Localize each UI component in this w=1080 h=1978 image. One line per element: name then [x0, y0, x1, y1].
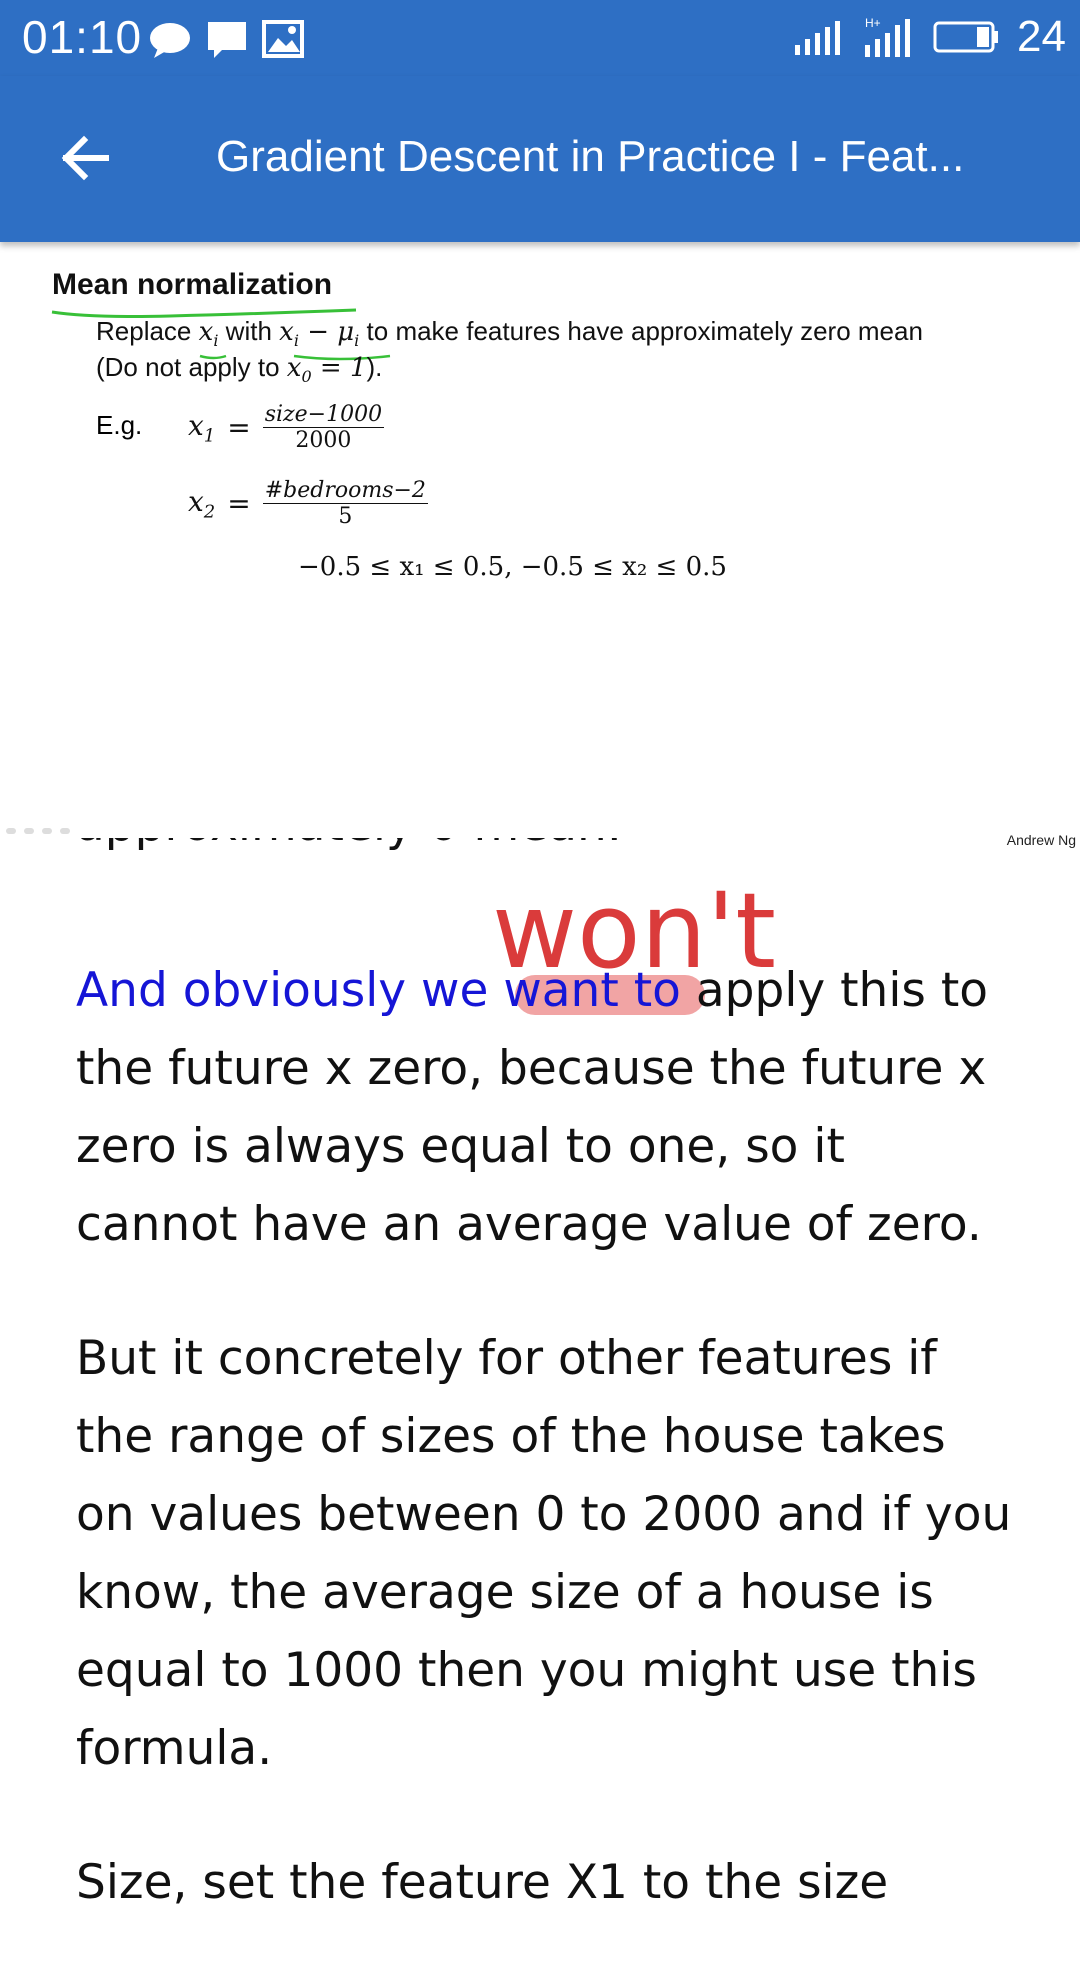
equation-x1: x1 = size−1000 2000 — [188, 402, 385, 453]
svg-text:H+: H+ — [865, 16, 881, 30]
transcript: And obviously we want to apply this to t… — [76, 952, 1016, 1978]
fraction-x1: size−1000 2000 — [262, 402, 385, 453]
message-icon — [208, 22, 246, 58]
lecture-slide[interactable]: Mean normalization Replace xi with xi − … — [0, 242, 1080, 852]
notification-icons — [148, 20, 304, 60]
math-xi-minus-mu: xi − μi — [279, 317, 360, 351]
slide-line-1: Replace xi with xi − μi to make features… — [96, 316, 923, 351]
battery-icon — [933, 21, 999, 53]
transcript-paragraph-2[interactable]: But it concretely for other features if … — [76, 1320, 1016, 1788]
system-icons: H+ 24 — [793, 12, 1066, 62]
equation-x2: x2 = #bedrooms−2 5 — [188, 478, 428, 529]
math-xi: xi — [198, 317, 219, 351]
chat-bubble-icon — [150, 23, 190, 58]
app-bar: Gradient Descent in Practice I - Feat... — [0, 76, 1080, 242]
page-title: Gradient Descent in Practice I - Feat... — [216, 132, 965, 181]
image-icon — [262, 20, 304, 58]
slide-author: Andrew Ng — [1006, 832, 1076, 848]
slide-heading: Mean normalization — [52, 268, 333, 301]
fraction-x2: #bedrooms−2 5 — [262, 478, 428, 529]
annotation-wont: won't — [492, 870, 776, 992]
math-x0-equals-1: x0 = 1 — [286, 353, 367, 387]
transcript-paragraph-3[interactable]: Size, set the feature X1 to the size — [76, 1844, 1016, 1922]
slide-toolbar-dots — [6, 828, 70, 834]
signal-icon — [795, 21, 841, 55]
eg-label: E.g. — [96, 410, 143, 440]
back-arrow-icon[interactable] — [56, 128, 116, 188]
slide-line-2: (Do not apply to x0 = 1). — [96, 352, 383, 387]
inequality: −0.5 ≤ x₁ ≤ 0.5, −0.5 ≤ x₂ ≤ 0.5 — [298, 552, 727, 582]
transcript-paragraph-1[interactable]: And obviously we want to apply this to t… — [76, 952, 1016, 1264]
battery-percent: 24 — [1017, 12, 1066, 61]
status-bar: 01:10 H+ 24 — [0, 0, 1080, 76]
hplus-signal-icon: H+ — [865, 16, 911, 57]
status-time: 01:10 — [22, 11, 143, 63]
